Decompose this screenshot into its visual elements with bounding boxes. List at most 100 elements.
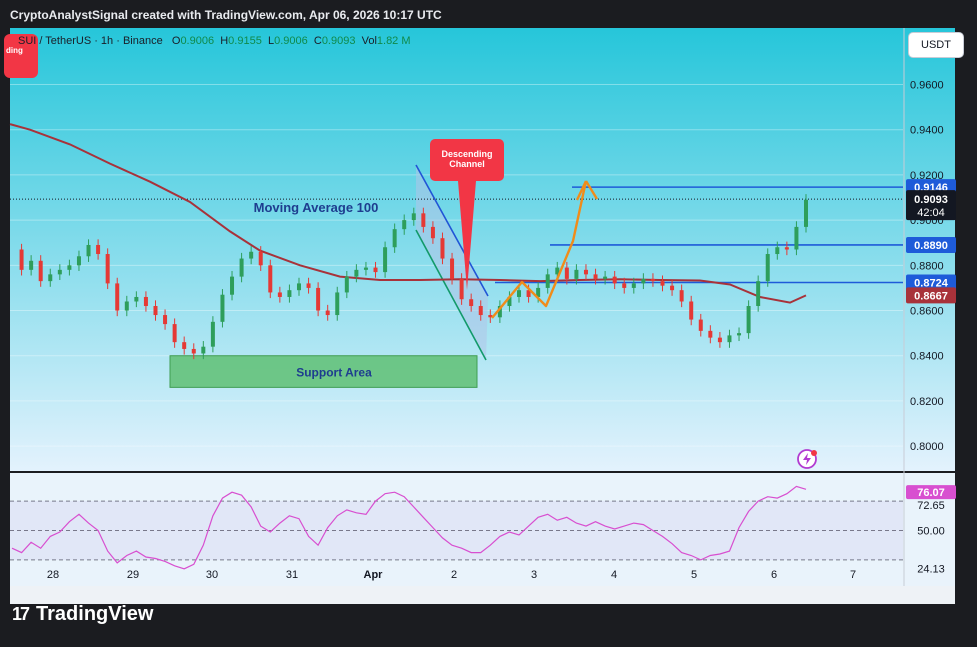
candle-body: [784, 247, 789, 250]
rsi-band: [10, 501, 903, 560]
callout-text-line1: Descending: [441, 149, 492, 159]
candle-body: [325, 310, 330, 316]
tradingview-logo-text: TradingView: [36, 603, 154, 625]
candle-body: [450, 258, 455, 279]
tradingview-logo-icon: 17: [12, 604, 30, 624]
current-price-label: 0.9093: [914, 194, 948, 206]
support-area-label: Support Area: [296, 366, 372, 380]
candle-body: [440, 238, 445, 259]
candle-body: [239, 258, 244, 277]
candle-body: [316, 287, 321, 311]
candle-body: [698, 319, 703, 331]
candle-body: [143, 296, 148, 307]
x-tick-label: 4: [611, 569, 617, 581]
candle-body: [670, 285, 675, 291]
candle-body: [622, 283, 627, 288]
candle-body: [153, 306, 158, 316]
candle-body: [517, 290, 522, 297]
y-tick-label: 0.8200: [910, 396, 944, 408]
candle-body: [564, 267, 569, 279]
candle-body: [38, 260, 43, 282]
rsi-value-label: 76.07: [917, 487, 945, 499]
candle-body: [306, 283, 311, 288]
candle-body: [163, 315, 168, 325]
candle-body: [641, 278, 646, 284]
symbol-name[interactable]: SUI / TetherUS · 1h · Binance: [18, 35, 163, 47]
candle-body: [373, 267, 378, 273]
candle-body: [249, 251, 254, 259]
candle-body: [804, 199, 808, 227]
y-tick-label: 0.8800: [910, 260, 944, 272]
y-tick-label: 0.8600: [910, 306, 944, 318]
candle-body: [775, 247, 780, 255]
candle-body: [708, 330, 713, 338]
candle-body: [469, 299, 474, 307]
candle-body: [344, 276, 349, 293]
candle-body: [296, 283, 301, 291]
moving-average-label: Moving Average 100: [254, 200, 379, 215]
candle-body: [210, 321, 215, 347]
candle-body: [29, 260, 34, 270]
candle-body: [593, 274, 598, 279]
x-tick-label: 5: [691, 569, 697, 581]
candle-body: [86, 244, 91, 257]
candle-body: [105, 254, 110, 284]
price-label-ma: 0.8667: [914, 290, 948, 302]
y-tick-label: 0.9600: [910, 80, 944, 92]
currency-unit-button[interactable]: USDT: [908, 32, 964, 58]
candle-body: [727, 335, 732, 343]
candle-body: [478, 306, 483, 316]
candle-body: [258, 251, 263, 266]
event-icon[interactable]: [797, 449, 817, 469]
price-chart[interactable]: 0.96000.94000.92000.90000.88000.86000.84…: [0, 0, 977, 647]
candle-body: [603, 276, 608, 279]
candle-body: [287, 290, 292, 297]
x-tick-label: 6: [771, 569, 777, 581]
tradingview-logo[interactable]: 17 TradingView: [12, 603, 153, 626]
candle-body: [134, 296, 139, 302]
x-tick-label: 28: [47, 569, 59, 581]
x-tick-label: 29: [127, 569, 139, 581]
close-value: 0.9093: [321, 35, 356, 47]
open-value: 0.9006: [180, 35, 215, 47]
candle-body: [631, 283, 636, 288]
rsi-low-label: 24.13: [917, 564, 945, 576]
x-tick-label: 7: [850, 569, 856, 581]
candle-body: [19, 249, 24, 270]
x-tick-label: Apr: [364, 569, 384, 581]
candle-body: [67, 265, 72, 270]
candle-body: [402, 220, 407, 230]
x-tick-label: 2: [451, 569, 457, 581]
candle-body: [545, 274, 550, 288]
candle-body: [650, 278, 655, 282]
x-tick-label: 31: [286, 569, 298, 581]
candle-body: [124, 301, 129, 311]
price-label-mid: 0.8890: [914, 240, 948, 252]
candle-body: [583, 269, 588, 275]
volume-value: 1.82 M: [376, 35, 411, 47]
event-icon-dot: [811, 450, 817, 456]
candle-body: [794, 226, 799, 250]
x-tick-label: 3: [531, 569, 537, 581]
candle-body: [717, 337, 722, 343]
candle-body: [96, 244, 101, 255]
candle-body: [679, 290, 684, 302]
high-value: 0.9155: [228, 35, 262, 47]
candle-body: [172, 324, 177, 343]
time-axis-background: [10, 586, 955, 604]
y-tick-label: 0.8400: [910, 351, 944, 363]
candle-body: [268, 265, 273, 293]
candle-body: [191, 348, 196, 354]
candle-body: [737, 333, 742, 336]
symbol-info-bar: SUI / TetherUS · 1h · Binance O0.9006 H0…: [18, 35, 411, 47]
low-value: 0.9006: [274, 35, 308, 47]
trend-tag-text: ding: [6, 46, 23, 55]
candle-body: [48, 274, 53, 282]
candle-body: [201, 346, 206, 354]
candle-body: [363, 267, 368, 270]
callout-text-line2: Channel: [449, 159, 485, 169]
rsi-ma-label: 72.65: [917, 500, 945, 512]
chart-window: CryptoAnalystSignal created with Trading…: [0, 0, 977, 647]
candle-body: [392, 229, 397, 248]
candle-body: [612, 276, 617, 284]
